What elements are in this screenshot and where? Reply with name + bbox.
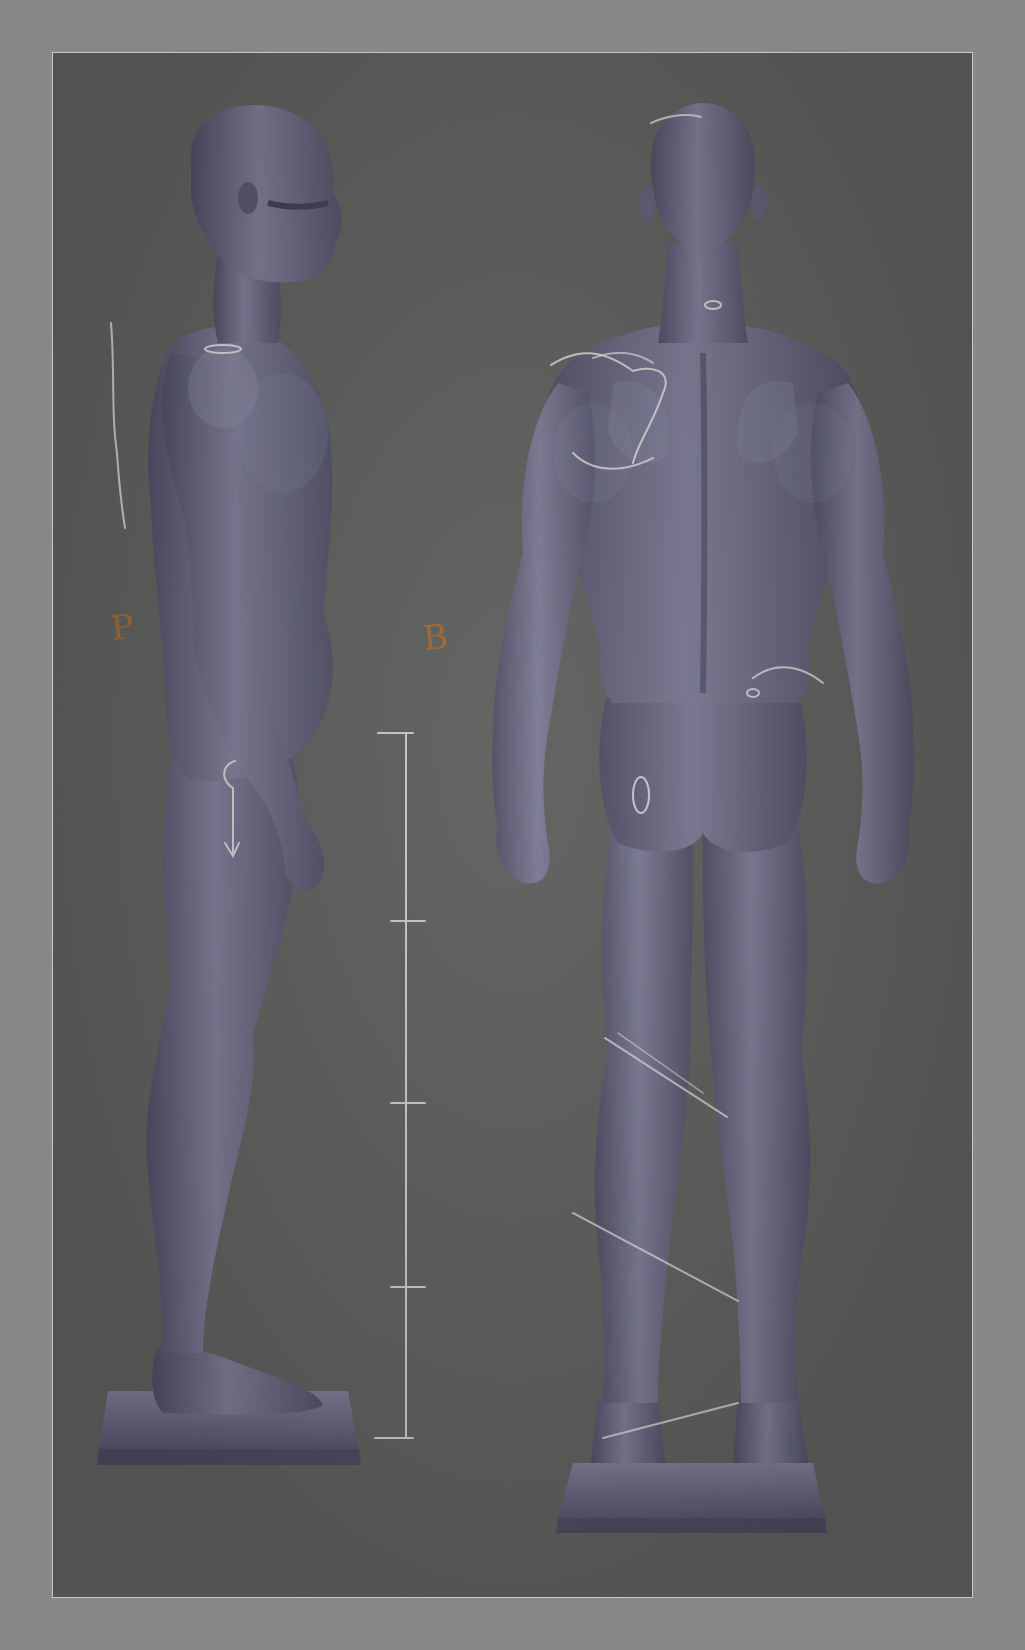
back-view-base (558, 1463, 825, 1518)
chalk-curve-line (110, 322, 126, 529)
render-canvas: P B (52, 52, 973, 1598)
side-view-head (191, 105, 342, 283)
side-view-foot (152, 1346, 323, 1415)
back-view-letter: B (420, 616, 451, 660)
back-view-head (651, 103, 755, 251)
back-view-left-leg (594, 823, 693, 1403)
back-view-figure (492, 103, 914, 1533)
measurement-ruler (374, 732, 426, 1439)
anatomy-render (97, 103, 914, 1533)
image-frame: P B (0, 0, 1025, 1650)
side-view-letter: P (108, 606, 136, 650)
